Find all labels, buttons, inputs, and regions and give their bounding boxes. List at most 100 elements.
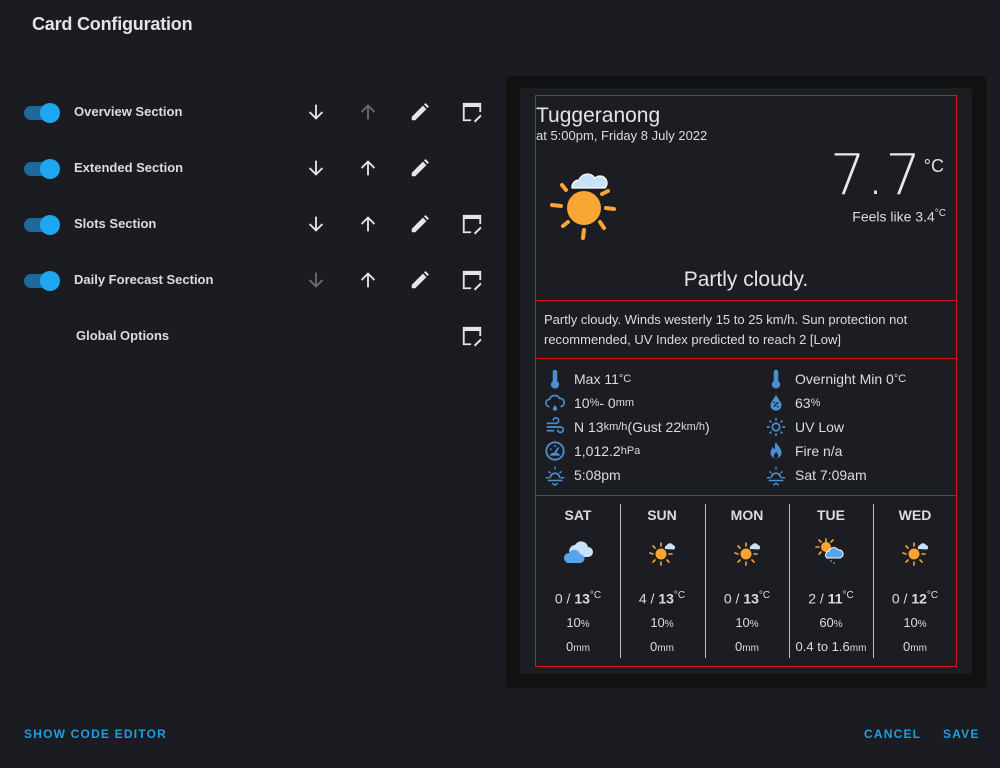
observation-time: at 5:00pm, Friday 8 July 2022 xyxy=(536,128,708,143)
overview-section-toggle[interactable] xyxy=(24,103,60,123)
global-options-label: Global Options xyxy=(76,328,170,343)
showers-day-icon xyxy=(815,538,844,564)
temp-unit: °C xyxy=(926,590,939,601)
min-temp: 0 xyxy=(554,590,563,607)
overview-section: Tuggeranong at 5:00pm, Friday 8 July 202… xyxy=(535,95,957,301)
slot-text: Sat 7:09am xyxy=(795,467,867,483)
slot-text: 1,012.2 xyxy=(574,443,621,459)
fire-icon xyxy=(765,440,787,462)
section-label: Daily Forecast Section xyxy=(74,272,214,287)
pop-unit: % xyxy=(580,619,590,630)
pencil-icon xyxy=(411,271,429,289)
card-options-button[interactable] xyxy=(460,212,484,236)
card-edit-icon xyxy=(462,270,482,291)
day-rain-amount: 0.4 to 1.6mm xyxy=(789,639,873,654)
arrow-up-icon xyxy=(360,160,376,176)
day-temperature: 0 / 13°C xyxy=(723,590,771,607)
day-rain-amount: 0mm xyxy=(536,639,620,654)
move-up-button[interactable] xyxy=(356,268,380,292)
slot-sunrise: Sat 7:09am xyxy=(765,463,867,487)
feels-like: Feels like 3.4°C xyxy=(852,208,946,225)
slot-text: Fire n/a xyxy=(795,443,843,459)
day-name: SAT xyxy=(564,507,592,523)
edit-section-button[interactable] xyxy=(408,268,432,292)
slot-unit: mm xyxy=(615,397,635,409)
max-temp: 13 xyxy=(574,590,590,607)
card-options-button[interactable] xyxy=(460,268,484,292)
toggle-thumb xyxy=(40,271,60,291)
section-row-daily-forecast: Daily Forecast Section xyxy=(0,252,500,308)
global-options-button[interactable] xyxy=(460,324,484,348)
pop-value: 10 xyxy=(903,615,918,630)
slot-unit: °C xyxy=(893,373,907,385)
rain-value: 0.4 to 1.6 xyxy=(795,639,850,654)
daily-forecast-section: SAT 0 / 13°C 10% 0mm SUN 4 / 13°C 10% 0m… xyxy=(535,495,957,667)
min-temp: 4 xyxy=(638,590,647,607)
slot-uv: UV Low xyxy=(765,415,844,439)
day-rain-amount: 0mm xyxy=(620,639,704,654)
toggle-thumb xyxy=(40,103,60,123)
section-list: Overview Section Extended Section Slots … xyxy=(0,84,500,364)
move-up-button[interactable] xyxy=(356,100,380,124)
section-label: Overview Section xyxy=(74,104,183,119)
forecast-day: WED 0 / 12°C 10% 0mm xyxy=(873,496,957,666)
pop-unit: % xyxy=(749,619,759,630)
slot-text: Max 11 xyxy=(574,371,619,387)
wind-icon xyxy=(544,416,566,438)
slot-sunset: 5:08pm xyxy=(544,463,621,487)
move-down-button[interactable] xyxy=(304,100,328,124)
arrow-up-icon xyxy=(360,272,376,288)
move-down-button[interactable] xyxy=(304,268,328,292)
slot-unit: km/h xyxy=(681,421,705,433)
weather-summary: Partly cloudy. xyxy=(683,268,809,291)
location-name: Tuggeranong xyxy=(536,104,661,127)
temp-unit: °C xyxy=(842,590,854,601)
feels-like-value: Feels like 3.4 xyxy=(852,208,935,225)
cancel-button[interactable]: CANCEL xyxy=(864,727,921,741)
slot-text: ) xyxy=(704,419,710,435)
thermometer-icon xyxy=(765,368,787,390)
arrow-down-icon xyxy=(308,104,324,120)
edit-section-button[interactable] xyxy=(408,100,432,124)
daily-forecast-section-toggle[interactable] xyxy=(24,271,60,291)
pop-value: 10 xyxy=(735,615,750,630)
arrow-up-icon xyxy=(360,216,376,232)
section-row-overview: Overview Section xyxy=(0,84,500,140)
dialog-title: Card Configuration xyxy=(32,14,193,34)
forecast-day: SAT 0 / 13°C 10% 0mm xyxy=(536,496,620,666)
section-label: Extended Section xyxy=(74,160,184,175)
slot-unit: km/h xyxy=(603,421,628,433)
move-down-button[interactable] xyxy=(304,212,328,236)
slot-fire: Fire n/a xyxy=(765,439,842,463)
card-edit-icon xyxy=(462,326,482,347)
move-up-button[interactable] xyxy=(356,212,380,236)
card-edit-icon xyxy=(462,214,482,235)
extended-forecast-text: Partly cloudy. Winds westerly 15 to 25 k… xyxy=(544,312,908,347)
max-temp: 13 xyxy=(658,590,674,607)
slot-text: - 0 xyxy=(599,395,616,411)
save-button[interactable]: SAVE xyxy=(943,727,980,741)
slot-text: Overnight Min 0 xyxy=(795,371,894,387)
extended-section: Partly cloudy. Winds westerly 15 to 25 k… xyxy=(535,300,957,359)
slots-section-toggle[interactable] xyxy=(24,215,60,235)
day-temperature: 4 / 13°C xyxy=(638,590,686,607)
gauge-icon xyxy=(544,440,566,462)
slot-unit: °C xyxy=(618,373,632,385)
sunset-icon xyxy=(544,464,566,486)
edit-section-button[interactable] xyxy=(408,212,432,236)
day-temperature: 0 / 13°C xyxy=(554,590,602,607)
extended-section-toggle[interactable] xyxy=(24,159,60,179)
rain-unit: mm xyxy=(657,643,674,654)
show-code-editor-button[interactable]: SHOW CODE EDITOR xyxy=(24,727,167,741)
forecast-day: MON 0 / 13°C 10% 0mm xyxy=(705,496,789,666)
pop-value: 10 xyxy=(650,615,665,630)
pencil-icon xyxy=(411,159,429,177)
move-up-button[interactable] xyxy=(356,156,380,180)
day-name: SUN xyxy=(647,507,677,523)
card-options-button[interactable] xyxy=(460,100,484,124)
max-temp: 12 xyxy=(911,590,927,607)
humidity-icon xyxy=(765,392,787,414)
move-down-button[interactable] xyxy=(304,156,328,180)
day-rain-amount: 0mm xyxy=(873,639,957,654)
edit-section-button[interactable] xyxy=(408,156,432,180)
